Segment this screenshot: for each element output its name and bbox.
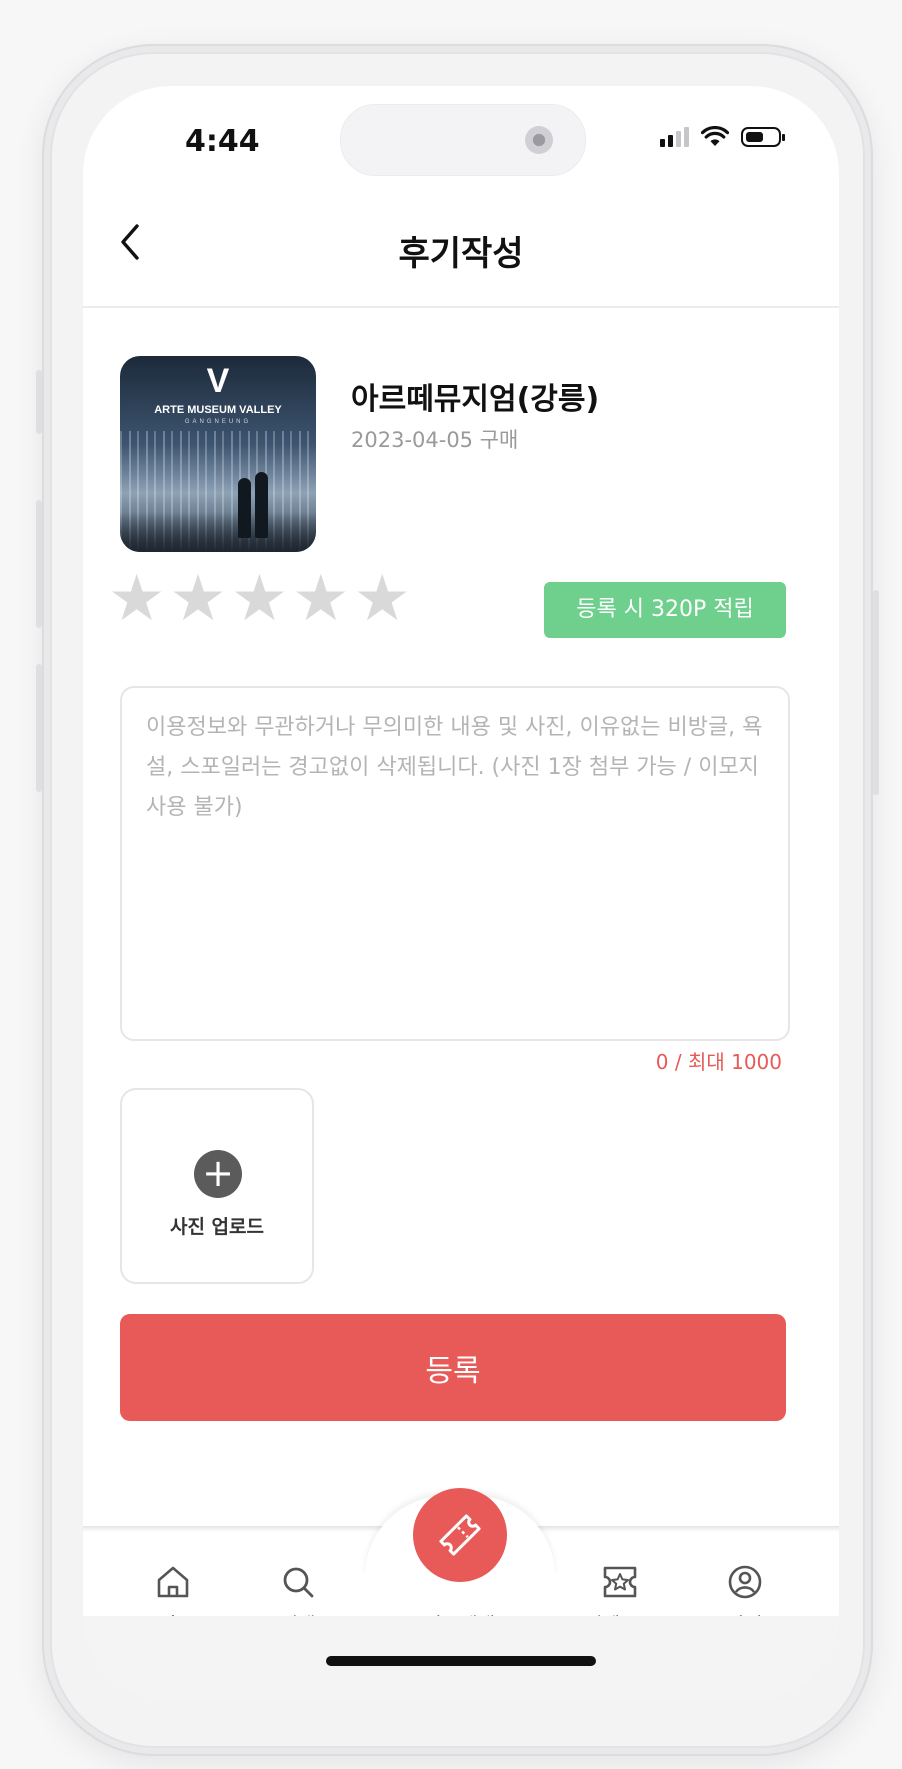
user-icon [728, 1565, 762, 1599]
star-icon[interactable]: ★ [108, 564, 165, 634]
home-icon [157, 1566, 189, 1598]
star-icon[interactable]: ★ [231, 564, 288, 634]
status-icons [660, 126, 785, 148]
product-thumbnail: V ARTE MUSEUM VALLEY GANGNEUNG [120, 356, 316, 552]
status-time: 4:44 [185, 124, 260, 159]
dynamic-island [340, 104, 586, 176]
star-rating: ★ ★ ★ ★ ★ [108, 564, 411, 634]
tab-quick-booking[interactable] [413, 1488, 507, 1582]
search-icon [283, 1567, 314, 1598]
ticket-log-icon [603, 1566, 637, 1598]
home-indicator-area [83, 1616, 839, 1700]
purchase-date: 2023-04-05 구매 [351, 428, 519, 452]
wifi-icon [701, 126, 729, 146]
side-button-left-1 [36, 370, 42, 434]
char-count: 0 / 최대 1000 [655, 1050, 782, 1074]
signal-icon [660, 127, 689, 147]
points-badge: 등록 시 320P 적립 [544, 582, 786, 638]
plus-circle-icon: + [194, 1150, 242, 1198]
side-button-left-2 [36, 500, 42, 628]
side-button-right [873, 590, 879, 795]
tab-bar: 바로예매 홈 검색 [83, 1488, 839, 1700]
thumbnail-subtitle: GANGNEUNG [184, 419, 252, 425]
ticket-icon [439, 1514, 481, 1556]
photo-upload-button[interactable]: + 사진 업로드 [120, 1088, 314, 1284]
star-icon[interactable]: ★ [169, 564, 226, 634]
screen: 4:44 후기작성 V ARTE MUSEUM VALLEY GANGNEUNG… [83, 86, 839, 1700]
submit-button[interactable]: 등록 [120, 1314, 786, 1421]
product-name: 아르떼뮤지엄(강릉) [351, 382, 600, 417]
star-icon[interactable]: ★ [354, 564, 411, 634]
photo-upload-label: 사진 업로드 [169, 1216, 264, 1238]
review-placeholder: 이용정보와 무관하거나 무의미한 내용 및 사진, 이유없는 비방글, 욕설, … [146, 715, 763, 820]
header: 후기작성 [83, 196, 839, 308]
star-icon[interactable]: ★ [292, 564, 349, 634]
page-title: 후기작성 [398, 234, 524, 274]
thumbnail-logo: V [206, 362, 230, 400]
camera-icon [525, 126, 553, 154]
side-button-left-3 [36, 664, 42, 792]
battery-icon [741, 127, 785, 147]
thumbnail-title: ARTE MUSEUM VALLEY [154, 404, 282, 416]
review-textarea[interactable]: 이용정보와 무관하거나 무의미한 내용 및 사진, 이유없는 비방글, 욕설, … [120, 686, 790, 1041]
home-indicator[interactable] [326, 1656, 596, 1666]
